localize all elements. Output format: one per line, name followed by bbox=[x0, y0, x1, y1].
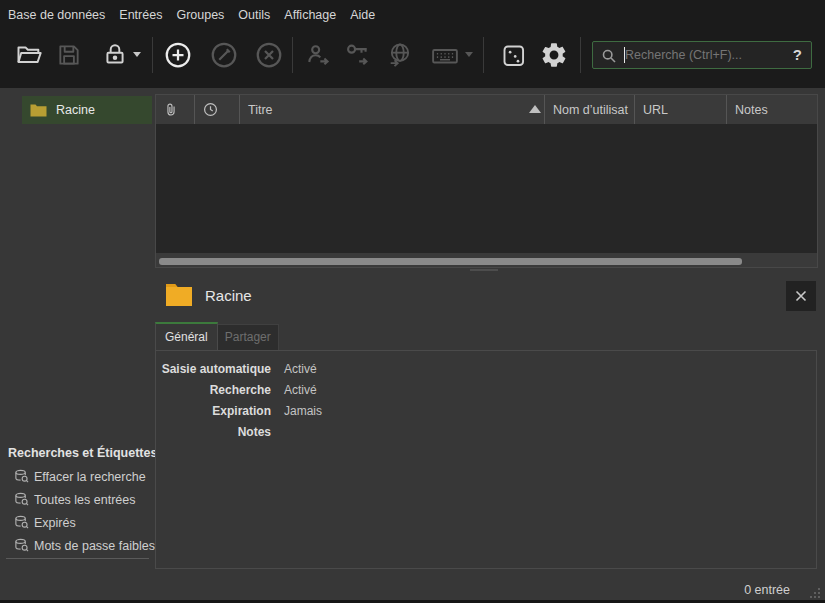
globe-arrow-icon bbox=[386, 41, 414, 69]
person-arrow-icon bbox=[304, 41, 332, 69]
field-autotype: Saisie automatique Activé bbox=[156, 358, 816, 379]
menu-tools[interactable]: Outils bbox=[231, 0, 277, 30]
close-preview-button[interactable] bbox=[786, 281, 816, 311]
entry-list[interactable] bbox=[156, 124, 817, 253]
open-database-button[interactable] bbox=[12, 39, 46, 71]
search-input[interactable] bbox=[625, 42, 783, 68]
field-notes: Notes bbox=[156, 421, 816, 442]
field-expiration: Expiration Jamais bbox=[156, 400, 816, 421]
menu-groups[interactable]: Groupes bbox=[169, 0, 231, 30]
edit-circle-icon bbox=[209, 40, 239, 70]
sidebar-separator bbox=[6, 558, 149, 559]
plus-circle-icon bbox=[163, 40, 193, 70]
search-box: ? bbox=[592, 41, 812, 69]
copy-username-button[interactable] bbox=[301, 39, 335, 71]
lock-dropdown-caret-icon[interactable] bbox=[133, 52, 141, 57]
sidebar-item-clear-search[interactable]: Effacer la recherche bbox=[0, 465, 152, 488]
menu-entries[interactable]: Entrées bbox=[112, 0, 169, 30]
database-search-icon bbox=[14, 538, 29, 553]
save-icon bbox=[56, 42, 82, 68]
preview-header: Racine bbox=[155, 272, 818, 320]
sort-ascending-icon bbox=[529, 105, 541, 113]
sidebar-item-weak-passwords[interactable]: Mots de passe faibles bbox=[0, 534, 152, 557]
close-icon bbox=[794, 289, 808, 303]
resize-grip-icon[interactable] bbox=[807, 585, 822, 600]
database-search-icon bbox=[14, 515, 29, 530]
autotype-dropdown-caret-icon[interactable] bbox=[465, 52, 473, 57]
field-search: Recherche Activé bbox=[156, 379, 816, 400]
entry-table-header: Titre Nom d’utilisat URL Notes bbox=[156, 95, 817, 124]
text-caret bbox=[624, 47, 625, 63]
preview-group-title: Racine bbox=[205, 287, 252, 304]
column-expiry[interactable] bbox=[195, 95, 240, 124]
folder-large-icon bbox=[165, 282, 193, 307]
copy-password-button[interactable] bbox=[341, 39, 375, 71]
column-attachments[interactable] bbox=[156, 95, 195, 124]
searches-section: Recherches et Étiquettes Effacer la rech… bbox=[0, 438, 152, 557]
searches-title: Recherches et Étiquettes bbox=[0, 438, 152, 465]
autotype-button[interactable] bbox=[428, 39, 462, 71]
tab-share[interactable]: Partager bbox=[218, 324, 279, 351]
toolbar-separator bbox=[152, 37, 153, 73]
paperclip-icon bbox=[164, 102, 178, 117]
database-search-icon bbox=[14, 469, 29, 484]
clock-icon bbox=[203, 102, 218, 117]
save-database-button[interactable] bbox=[52, 39, 86, 71]
group-sidebar: Racine Recherches et Étiquettes Effacer … bbox=[0, 88, 152, 570]
gear-icon bbox=[540, 41, 568, 69]
toolbar-separator bbox=[580, 37, 581, 73]
entry-table: Titre Nom d’utilisat URL Notes bbox=[155, 94, 818, 268]
splitter-handle[interactable] bbox=[470, 269, 498, 271]
folder-icon bbox=[30, 103, 47, 117]
column-title[interactable]: Titre bbox=[240, 95, 545, 124]
lock-database-button[interactable] bbox=[98, 39, 132, 71]
delete-entry-button[interactable] bbox=[252, 39, 286, 71]
entry-count: 0 entrée bbox=[744, 583, 790, 597]
group-label: Racine bbox=[56, 103, 95, 117]
sidebar-group-racine[interactable]: Racine bbox=[22, 96, 152, 124]
password-generator-button[interactable] bbox=[496, 39, 530, 71]
preview-tabs: Général Partager bbox=[155, 322, 279, 351]
sidebar-item-expired[interactable]: Expirés bbox=[0, 511, 152, 534]
database-search-icon bbox=[14, 492, 29, 507]
open-url-button[interactable] bbox=[383, 39, 417, 71]
menu-view[interactable]: Affichage bbox=[277, 0, 343, 30]
horizontal-scrollbar[interactable] bbox=[156, 253, 817, 267]
keyboard-icon bbox=[430, 40, 460, 70]
toolbar: ? bbox=[0, 30, 825, 88]
menu-help[interactable]: Aide bbox=[343, 0, 382, 30]
menu-bar: Base de données Entrées Groupes Outils A… bbox=[0, 0, 825, 30]
status-bar: 0 entrée bbox=[0, 570, 825, 603]
group-preview-panel: Racine Général Partager Saisie automatiq… bbox=[155, 272, 818, 570]
open-folder-icon bbox=[15, 41, 43, 69]
dice-icon bbox=[500, 42, 527, 69]
settings-button[interactable] bbox=[537, 39, 571, 71]
toolbar-separator bbox=[292, 37, 293, 73]
toolbar-separator bbox=[483, 37, 484, 73]
key-arrow-icon bbox=[344, 41, 372, 69]
delete-circle-icon bbox=[254, 40, 284, 70]
menu-database[interactable]: Base de données bbox=[1, 0, 112, 30]
scrollbar-handle[interactable] bbox=[159, 258, 742, 265]
edit-entry-button[interactable] bbox=[207, 39, 241, 71]
add-entry-button[interactable] bbox=[161, 39, 195, 71]
sidebar-item-all-entries[interactable]: Toutes les entrées bbox=[0, 488, 152, 511]
column-username[interactable]: Nom d’utilisat bbox=[545, 95, 635, 124]
search-help-icon[interactable]: ? bbox=[793, 46, 802, 63]
tab-general[interactable]: Général bbox=[155, 322, 218, 351]
tab-general-content: Saisie automatique Activé Recherche Acti… bbox=[155, 350, 817, 569]
column-notes[interactable]: Notes bbox=[727, 95, 817, 124]
search-icon bbox=[601, 48, 617, 64]
column-url[interactable]: URL bbox=[635, 95, 727, 124]
lock-icon bbox=[102, 42, 128, 68]
